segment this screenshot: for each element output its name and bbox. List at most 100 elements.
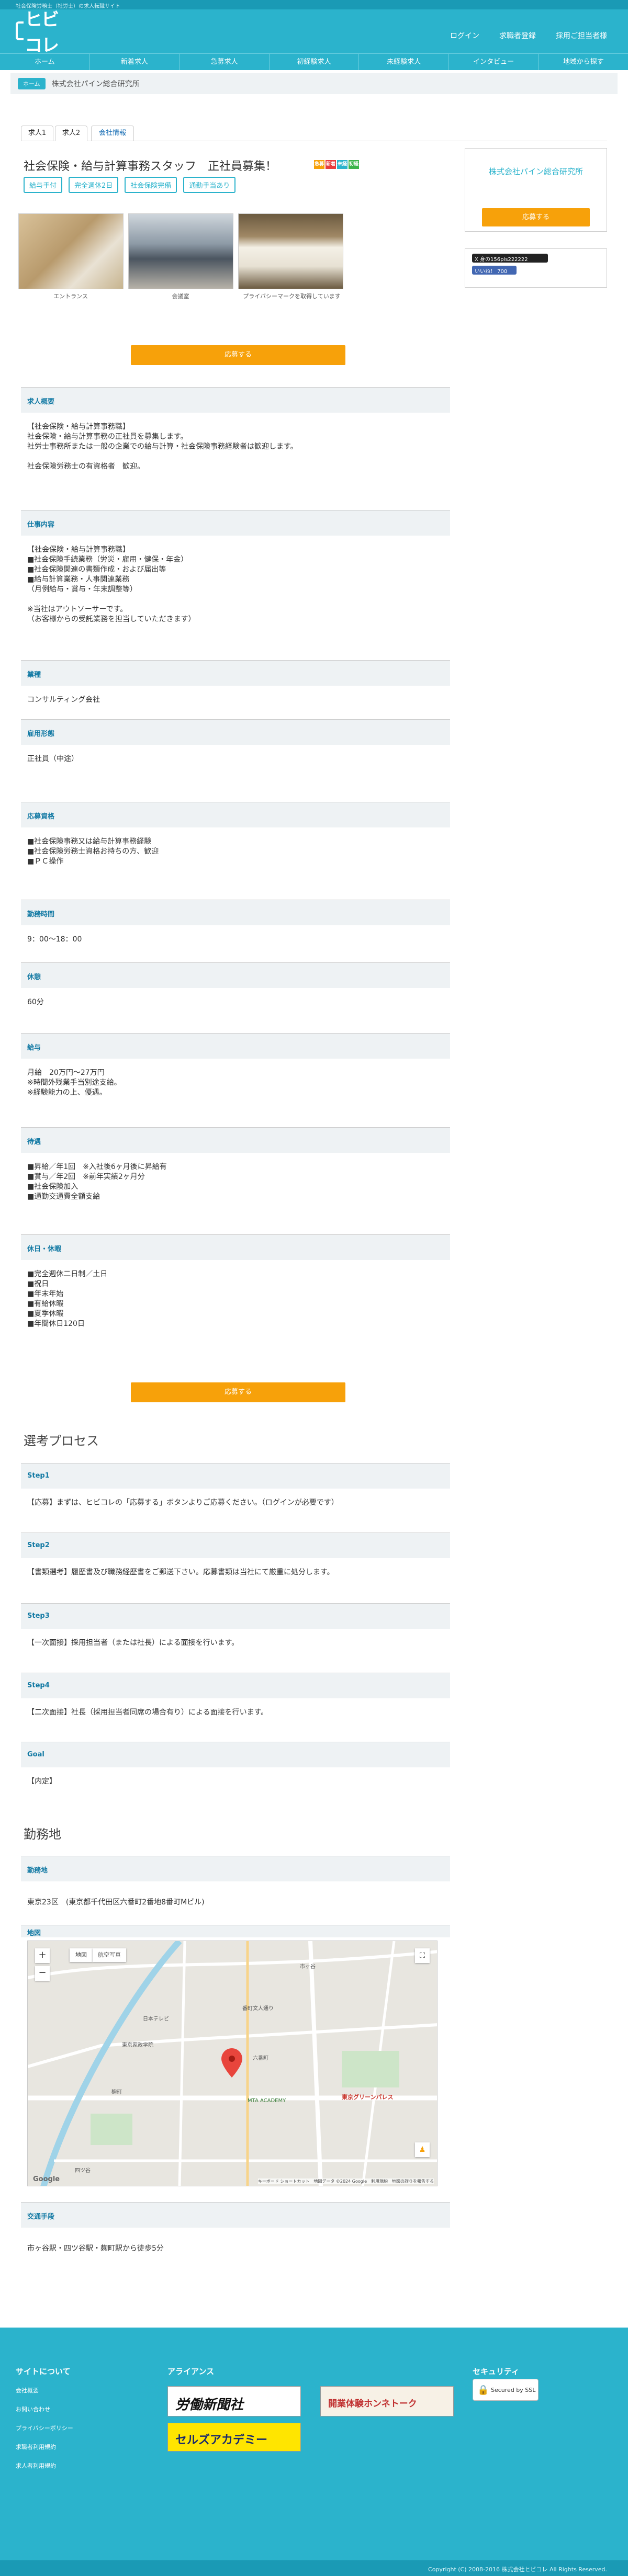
section-line: [27, 452, 446, 462]
section-line: ■通勤交通費全額支給: [27, 1193, 100, 1201]
breadcrumb-current: 株式会社パイン総合研究所: [51, 80, 140, 88]
section-line: 60分: [27, 998, 44, 1006]
footer-link[interactable]: お問い合わせ: [16, 2405, 50, 2413]
menu-first[interactable]: 初経験求人: [270, 54, 360, 70]
footer-link[interactable]: 求職者利用規約: [16, 2443, 56, 2451]
map-label: 東京グリーンパレス: [342, 2094, 394, 2101]
section-line: [27, 595, 446, 605]
register-link[interactable]: 求職者登録: [499, 30, 536, 41]
tab-job2[interactable]: 求人2: [55, 126, 87, 141]
section-head: 雇用形態: [21, 719, 450, 745]
section-head: 求人概要: [21, 387, 450, 413]
section-body: ■完全週休二日制／土日 ■祝日 ■年末年始 ■有給休暇 ■夏季休暇 ■年間休日120日: [27, 1269, 446, 1329]
access-text: 市ヶ谷駅・四ツ谷駅・麹町駅から徒歩5分: [27, 2244, 164, 2253]
apply-button-top[interactable]: 応募する: [131, 345, 345, 365]
banner-cells[interactable]: セルズアカデミー: [167, 2423, 301, 2452]
logo[interactable]: ヒビコレ: [16, 9, 71, 56]
employer-link[interactable]: 採用ご担当者様: [556, 30, 607, 41]
section-body: 60分: [27, 997, 446, 1007]
header-nav: ログイン 求職者登録 採用ご担当者様: [450, 30, 607, 41]
section-line: ■社会保険事務又は給与計算事務経験: [27, 837, 152, 846]
ssl-seal[interactable]: 🔒 Secured by SSL: [473, 2379, 539, 2401]
footer-site-head: サイトについて: [16, 2367, 71, 2376]
job-badges: 急募 新着 未経験 初経験: [314, 160, 359, 176]
badge-new: 新着: [326, 160, 336, 169]
banner-honnetalk[interactable]: 開業体験ホンネトーク: [320, 2386, 454, 2416]
menu-urgent[interactable]: 急募求人: [180, 54, 270, 70]
map-footer: キーボード ショートカット 地図データ ©2024 Google 利用規約 地図…: [257, 2178, 434, 2184]
footer: サイトについて 会社概要 お問い合わせ プライバシーポリシー 求職者利用規約 求…: [0, 2328, 628, 2560]
section-line: 【社会保険・給与計算事務職】: [27, 423, 130, 431]
job-title: 社会保険・給与計算事務スタッフ 正社員募集！: [24, 160, 277, 173]
map-tab-satellite[interactable]: 航空写真: [93, 1948, 126, 1962]
map[interactable]: 地図 航空写真 + − ⛶ ♟ 麹町 四ツ谷 市ヶ谷 番町文人通り 六番町 東京…: [27, 1940, 438, 2186]
sidebar-apply-button[interactable]: 応募する: [482, 208, 590, 226]
photo-privacy: [238, 213, 343, 289]
step-head: Step1: [21, 1463, 450, 1489]
footer-link[interactable]: 求人者利用規約: [16, 2461, 56, 2470]
photo-caption: エントランス: [53, 293, 88, 300]
section-line: ■社会保険加入: [27, 1183, 78, 1191]
section-line: ■完全週休二日制／土日: [27, 1270, 108, 1278]
login-link[interactable]: ログイン: [450, 30, 479, 41]
menu-new[interactable]: 新着求人: [90, 54, 180, 70]
tag: 給与手付: [24, 177, 63, 193]
step-head: Goal: [21, 1742, 450, 1767]
tag: 完全週休2日: [69, 177, 119, 193]
fullscreen-icon[interactable]: ⛶: [415, 1948, 430, 1963]
section-line: コンサルティング会社: [27, 696, 100, 704]
tag: 社会保険完備: [125, 177, 177, 193]
banner-text: セルズアカデミー: [175, 2434, 268, 2447]
map-label: 日本テレビ: [143, 2016, 169, 2022]
section-line: ■賞与／年2回 ※前年実績2ヶ月分: [27, 1173, 145, 1181]
section-line: ■社会保険労務士資格お持ちの方、歓迎: [27, 847, 159, 856]
main-menu: ホーム 新着求人 急募求人 初経験求人 未経験求人 インタビュー 地域から探す: [0, 53, 628, 70]
zoom-out-button[interactable]: −: [35, 1966, 50, 1981]
map-label: 市ヶ谷: [300, 1964, 316, 1970]
section-line: ■社会保険手続業務（労災・雇用・健保・年金）: [27, 555, 188, 564]
section-line: 月給 20万円〜27万円: [27, 1069, 105, 1077]
street-view-icon[interactable]: ♟: [415, 2142, 430, 2157]
section-line: （お客様からの受託業務を担当していただきます）: [27, 615, 196, 623]
breadcrumb-home[interactable]: ホーム: [18, 78, 46, 89]
step-head: Step2: [21, 1533, 450, 1558]
apply-button-bottom[interactable]: 応募する: [131, 1382, 345, 1402]
sidebar-company[interactable]: 株式会社パイン総合研究所: [465, 166, 607, 177]
share-button[interactable]: X 身の156pls222222: [472, 254, 548, 263]
section-head: 勤務時間: [21, 900, 450, 925]
section-body: ■社会保険事務又は給与計算事務経験 ■社会保険労務士資格お持ちの方、歓迎 ■ＰＣ操作: [27, 837, 446, 867]
logo-mark: [16, 21, 24, 40]
footer-link[interactable]: プライバシーポリシー: [16, 2424, 73, 2432]
section-line: 9：00〜18：00: [27, 935, 82, 944]
tab-job1[interactable]: 求人1: [21, 126, 53, 141]
zoom-in-button[interactable]: +: [35, 1948, 50, 1963]
section-line: ■給与計算業務・人事関連業務: [27, 575, 130, 584]
photo-entrance: [18, 213, 124, 289]
section-head: 休憩: [21, 962, 450, 988]
breadcrumb: ホーム 株式会社パイン総合研究所: [10, 73, 618, 94]
footer-alliance-head: アライアンス: [167, 2367, 215, 2376]
menu-inexperienced[interactable]: 未経験求人: [359, 54, 449, 70]
photo-caption: プライバシーマークを取得しています: [243, 293, 341, 300]
section-line: ■年間休日120日: [27, 1320, 85, 1328]
access-head: 交通手段: [21, 2202, 450, 2228]
map-label: 四ツ谷: [75, 2168, 91, 2174]
map-tab-map[interactable]: 地図: [70, 1948, 93, 1962]
section-line: ■年末年始: [27, 1290, 64, 1298]
menu-region[interactable]: 地域から探す: [539, 54, 628, 70]
banner-roudou[interactable]: 労働新聞社: [167, 2386, 301, 2416]
location-head: 勤務地: [21, 1856, 450, 1881]
sidebar-apply-box: 株式会社パイン総合研究所 応募する: [465, 148, 607, 232]
step-text: 【内定】: [27, 1777, 57, 1786]
like-button[interactable]: いいね！ 700: [472, 266, 517, 275]
section-body: コンサルティング会社: [27, 695, 446, 705]
badge-urgent: 急募: [314, 160, 324, 169]
menu-interview[interactable]: インタビュー: [449, 54, 539, 70]
footer-link[interactable]: 会社概要: [16, 2386, 39, 2395]
section-head: 休日・休暇: [21, 1234, 450, 1260]
tab-company[interactable]: 会社情報: [91, 126, 134, 141]
section-body: 【社会保険・給与計算事務職】 ■社会保険手続業務（労災・雇用・健保・年金） ■社会保…: [27, 545, 446, 625]
section-line: 社会保険労務士の有資格者 歓迎。: [27, 462, 144, 471]
section-line: 社労士事務所または一般の企業での給与計算・社会保険事務経験者は歓迎します。: [27, 442, 298, 451]
map-label: 番町文人通り: [242, 2006, 274, 2012]
